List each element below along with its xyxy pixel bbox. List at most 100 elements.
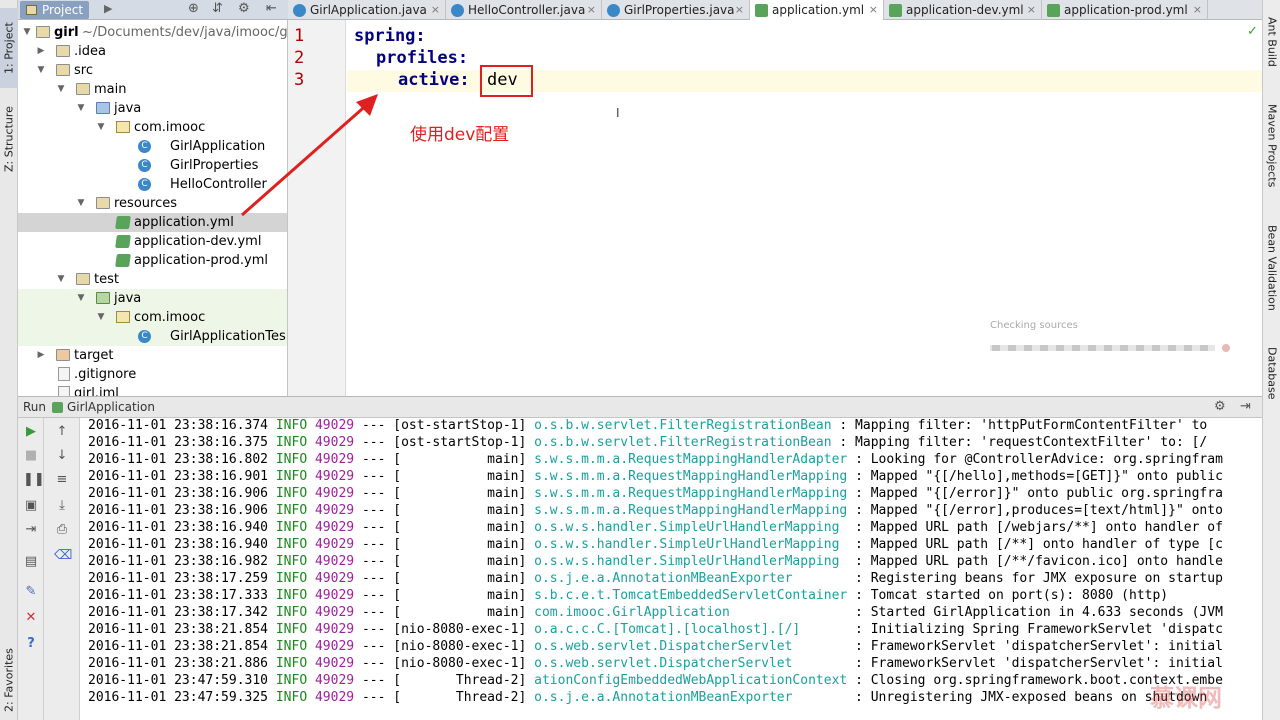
soft-wrap-icon[interactable]: ≡ bbox=[54, 472, 70, 488]
log-thread: [ Thread-2] bbox=[393, 673, 527, 688]
pin-icon[interactable]: ✎ bbox=[23, 584, 39, 600]
database-tab[interactable]: Database bbox=[1263, 340, 1280, 406]
gear-icon[interactable]: ⚙ bbox=[238, 1, 250, 16]
expand-arrow-icon[interactable]: ▶ bbox=[36, 346, 46, 365]
expand-arrow-icon[interactable]: ▼ bbox=[36, 61, 46, 80]
tree-item-girlapplicationtests[interactable]: C GirlApplicationTes bbox=[18, 327, 287, 346]
console-line: 2016-11-01 23:38:21.854 INFO 49029 --- [… bbox=[88, 621, 1223, 638]
console-line: 2016-11-01 23:38:17.342 INFO 49029 --- [… bbox=[88, 604, 1223, 621]
log-pid: 49029 bbox=[314, 673, 355, 688]
log-separator: --- bbox=[361, 503, 386, 518]
arrow-down-icon[interactable]: ↓ bbox=[54, 448, 70, 464]
tab-application-dev-yml[interactable]: application-dev.yml × bbox=[884, 0, 1042, 20]
log-timestamp: 2016-11-01 23:38:21.886 bbox=[88, 656, 269, 671]
ant-build-tab[interactable]: Ant Build bbox=[1263, 8, 1280, 76]
close-icon[interactable]: ✕ bbox=[23, 610, 39, 626]
log-separator: --- bbox=[361, 469, 386, 484]
class-icon bbox=[607, 4, 620, 17]
tree-item-idea[interactable]: ▶ .idea bbox=[18, 42, 287, 61]
close-icon[interactable]: × bbox=[1027, 0, 1036, 20]
log-thread: [nio-8080-exec-1] bbox=[393, 656, 527, 671]
log-message: : Looking for @ControllerAdvice: org.spr… bbox=[855, 452, 1223, 467]
tab-girlproperties-java[interactable]: GirlProperties.java × bbox=[602, 0, 750, 20]
gear-icon[interactable]: ⚙ bbox=[1214, 399, 1226, 414]
tab-girlapplication-java[interactable]: GirlApplication.java × bbox=[288, 0, 446, 20]
close-icon[interactable]: × bbox=[735, 0, 744, 20]
tree-item-gitignore[interactable]: .gitignore bbox=[18, 365, 287, 384]
expand-arrow-icon[interactable]: ▼ bbox=[76, 289, 86, 308]
expand-arrow-icon[interactable]: ▶ bbox=[36, 42, 46, 61]
console-output[interactable]: 2016-11-01 23:38:16.374 INFO 49029 --- [… bbox=[80, 418, 1262, 720]
expand-arrow-icon[interactable]: ▼ bbox=[56, 270, 66, 289]
tree-item-test[interactable]: ▼ test bbox=[18, 270, 287, 289]
expand-arrow-icon[interactable]: ▼ bbox=[22, 23, 32, 42]
console-line: 2016-11-01 23:47:59.310 INFO 49029 --- [… bbox=[88, 672, 1223, 689]
tree-item-application-dev-yml[interactable]: application-dev.yml bbox=[18, 232, 287, 251]
expand-arrow-icon[interactable]: ▼ bbox=[96, 118, 106, 137]
tree-item-label: src bbox=[74, 63, 93, 78]
dump-threads-icon[interactable]: ▣ bbox=[23, 498, 39, 514]
bean-validation-tab[interactable]: Bean Validation bbox=[1263, 216, 1280, 320]
log-message: : Mapped URL path [/**] onto handler of … bbox=[847, 537, 1223, 552]
tree-item-girl-iml[interactable]: girl.iml bbox=[18, 384, 287, 396]
console-line: 2016-11-01 23:38:16.906 INFO 49029 --- [… bbox=[88, 485, 1223, 502]
log-logger: ationConfigEmbeddedWebApplicationContext bbox=[534, 673, 848, 688]
favorites-tool-tab[interactable]: 2: Favorites bbox=[0, 640, 18, 720]
console-line: 2016-11-01 23:38:16.375 INFO 49029 --- [… bbox=[88, 434, 1207, 451]
tree-item-test-java[interactable]: ▼ java bbox=[18, 289, 287, 308]
tree-item-path: ~/Documents/dev/java/imooc/g bbox=[82, 25, 288, 40]
log-thread: [ main] bbox=[393, 605, 527, 620]
log-separator: --- bbox=[361, 537, 386, 552]
tree-item-label: test bbox=[94, 272, 119, 287]
log-timestamp: 2016-11-01 23:38:16.906 bbox=[88, 503, 269, 518]
tab-application-yml[interactable]: application.yml × bbox=[750, 0, 884, 20]
tree-item-girl[interactable]: ▼ girl ~/Documents/dev/java/imooc/g bbox=[18, 23, 288, 42]
project-view-selector[interactable]: Project bbox=[20, 1, 90, 19]
stop-icon[interactable]: ■ bbox=[23, 448, 39, 464]
rerun-icon[interactable]: ▶ bbox=[23, 424, 39, 440]
class-icon: C bbox=[138, 178, 151, 191]
expand-arrow-icon[interactable]: ▼ bbox=[76, 194, 86, 213]
pause-icon[interactable]: ❚❚ bbox=[23, 472, 45, 488]
tab-hellocontroller-java[interactable]: HelloController.java × bbox=[446, 0, 602, 20]
highlight-box bbox=[480, 65, 533, 97]
close-icon[interactable]: × bbox=[869, 0, 878, 20]
hide-panel-icon[interactable]: ⇥ bbox=[1240, 399, 1251, 414]
tab-application-prod-yml[interactable]: application-prod.yml × bbox=[1042, 0, 1208, 20]
console-line: 2016-11-01 23:38:21.886 INFO 49029 --- [… bbox=[88, 655, 1223, 672]
tree-item-label: com.imooc bbox=[134, 120, 206, 135]
tree-item-target[interactable]: ▶ target bbox=[18, 346, 287, 365]
log-level: INFO bbox=[275, 639, 308, 654]
tree-item-src[interactable]: ▼ src bbox=[18, 61, 287, 80]
clear-all-icon[interactable]: ⌫ bbox=[54, 548, 72, 564]
maven-projects-tab[interactable]: Maven Projects bbox=[1263, 96, 1280, 196]
project-tool-tab[interactable]: 1: Project bbox=[0, 8, 18, 88]
log-level: INFO bbox=[275, 537, 308, 552]
tree-item-test-package[interactable]: ▼ com.imooc bbox=[18, 308, 287, 327]
log-pid: 49029 bbox=[314, 435, 355, 450]
expand-arrow-icon[interactable]: ▼ bbox=[96, 308, 106, 327]
structure-tool-tab[interactable]: Z: Structure bbox=[0, 96, 18, 182]
log-logger: o.s.b.w.servlet.FilterRegistrationBean bbox=[534, 418, 832, 433]
tree-item-application-prod-yml[interactable]: application-prod.yml bbox=[18, 251, 287, 270]
print-icon[interactable]: ⎙ bbox=[54, 522, 70, 538]
chevron-right-icon[interactable]: ▶ bbox=[104, 2, 112, 15]
log-message: : Mapped URL path [/webjars/**] onto han… bbox=[847, 520, 1223, 535]
scroll-to-end-icon[interactable]: ⤓ bbox=[54, 498, 70, 514]
hide-panel-icon[interactable]: ⇤ bbox=[266, 1, 277, 16]
close-icon[interactable]: × bbox=[431, 0, 440, 20]
run-config-name[interactable]: GirlApplication bbox=[67, 400, 155, 414]
arrow-up-icon[interactable]: ↑ bbox=[54, 424, 70, 440]
log-level: INFO bbox=[275, 452, 308, 467]
collapse-icon[interactable]: ⇵ bbox=[212, 1, 223, 16]
help-icon[interactable]: ? bbox=[23, 636, 39, 652]
sync-icon[interactable]: ⊕ bbox=[188, 1, 199, 16]
yaml-file-icon bbox=[889, 4, 902, 17]
close-icon[interactable]: × bbox=[587, 0, 596, 20]
expand-arrow-icon[interactable]: ▼ bbox=[76, 99, 86, 118]
layout-icon[interactable]: ▤ bbox=[23, 554, 39, 570]
exit-icon[interactable]: ⇥ bbox=[23, 522, 39, 538]
expand-arrow-icon[interactable]: ▼ bbox=[56, 80, 66, 99]
close-icon[interactable]: × bbox=[1193, 0, 1202, 20]
yaml-key-active: active: bbox=[398, 70, 470, 90]
